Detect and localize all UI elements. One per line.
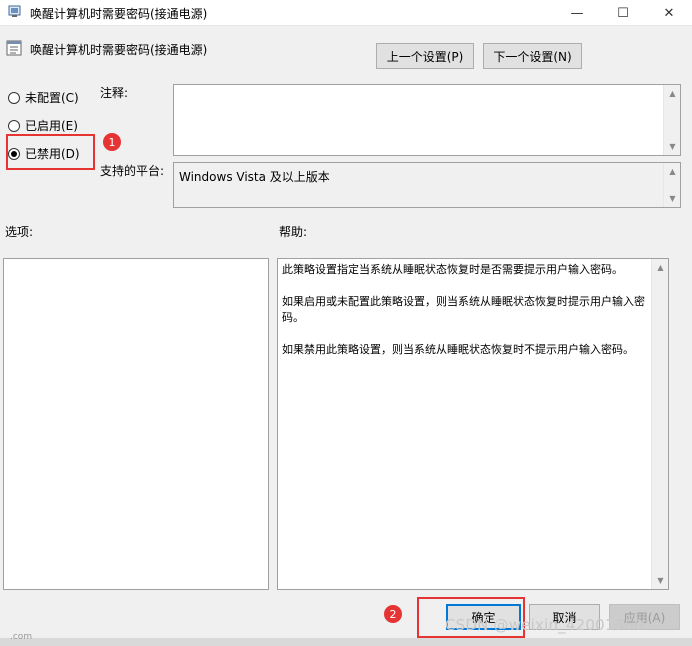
setting-title: 唤醒计算机时需要密码(接通电源) — [30, 43, 208, 57]
radio-label: 已启用(E) — [25, 119, 78, 133]
next-setting-button[interactable]: 下一个设置(N) — [483, 43, 582, 69]
bottom-fragment: .com — [10, 632, 33, 642]
minimize-icon: — — [570, 5, 584, 21]
radio-circle-icon — [8, 119, 20, 132]
maximize-icon: ☐ — [617, 5, 629, 21]
radio-circle-icon — [8, 91, 20, 104]
prev-setting-button[interactable]: 上一个设置(P) — [376, 43, 474, 69]
platform-scrollbar[interactable]: ▲ ▼ — [663, 163, 680, 207]
platform-field: Windows Vista 及以上版本 ▲ ▼ — [173, 162, 681, 208]
radio-not-configured[interactable]: 未配置(C) — [8, 89, 79, 106]
highlight-box-disabled — [6, 134, 95, 170]
close-icon: ✕ — [663, 5, 675, 21]
help-text: 此策略设置指定当系统从睡眠状态恢复时是否需要提示用户输入密码。 如果启用或未配置… — [282, 262, 648, 374]
scroll-up-icon[interactable]: ▲ — [664, 85, 681, 102]
scroll-down-icon[interactable]: ▼ — [652, 572, 669, 589]
scroll-down-icon[interactable]: ▼ — [664, 190, 681, 207]
minimize-button[interactable]: — — [554, 0, 600, 26]
policy-app-icon — [8, 5, 21, 17]
comment-label: 注释: — [100, 86, 129, 100]
radio-enabled[interactable]: 已启用(E) — [8, 117, 78, 134]
annotation-badge-1: 1 — [103, 133, 121, 151]
bottom-strip: .com — [0, 632, 692, 646]
scroll-up-icon[interactable]: ▲ — [664, 163, 681, 180]
comment-textarea[interactable]: ▲ ▼ — [173, 84, 681, 156]
help-paragraph: 如果启用或未配置此策略设置，则当系统从睡眠状态恢复时提示用户输入密码。 — [282, 295, 645, 324]
help-scrollbar[interactable]: ▲ ▼ — [651, 259, 668, 589]
scroll-down-icon[interactable]: ▼ — [664, 138, 681, 155]
help-paragraph: 此策略设置指定当系统从睡眠状态恢复时是否需要提示用户输入密码。 — [282, 263, 623, 276]
platform-label: 支持的平台: — [100, 164, 165, 178]
maximize-button[interactable]: ☐ — [600, 0, 646, 26]
help-pane: 此策略设置指定当系统从睡眠状态恢复时是否需要提示用户输入密码。 如果启用或未配置… — [277, 258, 669, 590]
policy-setting-icon — [6, 40, 22, 56]
watermark-text: CSDN @weixin_42001360 — [445, 616, 644, 634]
options-section-label: 选项: — [5, 225, 34, 239]
radio-label: 未配置(C) — [25, 91, 79, 105]
close-button[interactable]: ✕ — [646, 0, 692, 26]
options-pane — [3, 258, 269, 590]
help-paragraph: 如果禁用此策略设置，则当系统从睡眠状态恢复时不提示用户输入密码。 — [282, 343, 634, 356]
annotation-badge-2: 2 — [384, 605, 402, 623]
help-section-label: 帮助: — [279, 225, 308, 239]
comment-scrollbar[interactable]: ▲ ▼ — [663, 85, 680, 155]
scroll-up-icon[interactable]: ▲ — [652, 259, 669, 276]
window-title: 唤醒计算机时需要密码(接通电源) — [30, 7, 208, 21]
platform-value: Windows Vista 及以上版本 — [179, 170, 330, 184]
window-titlebar: 唤醒计算机时需要密码(接通电源) — ☐ ✕ — [0, 0, 692, 26]
